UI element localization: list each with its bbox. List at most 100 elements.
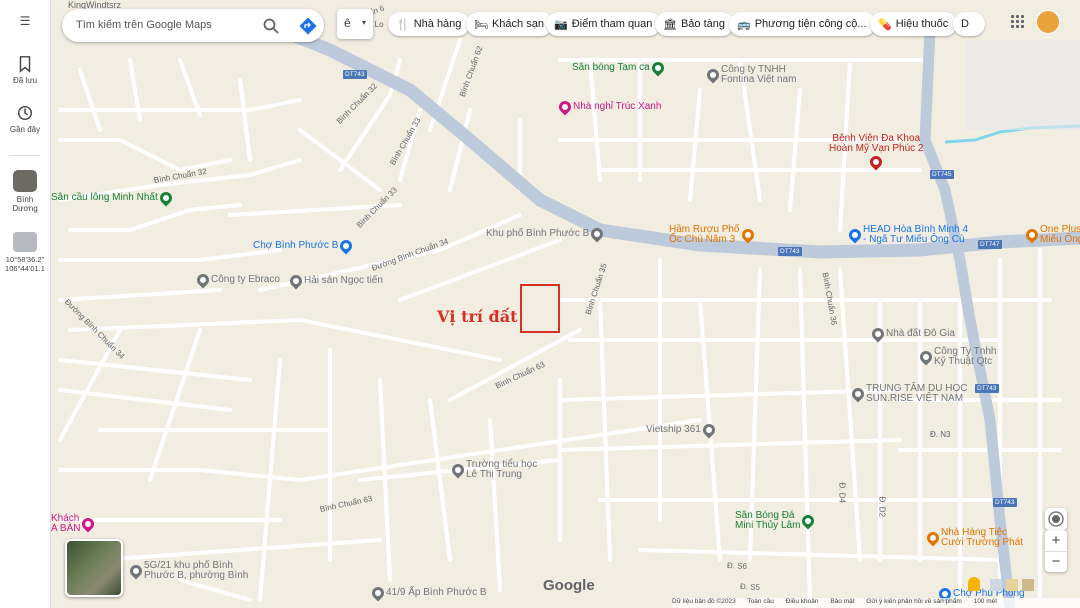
poi-label: HEAD Hòa Bình Minh 4 - Ngã Tư Miếu Ông C… bbox=[863, 224, 969, 245]
poi-label: Khách A BÀN bbox=[51, 513, 81, 534]
map-footer: Dữ liệu bản đồ ©2023 Toàn cầu Điều khoản… bbox=[672, 598, 1080, 608]
company-pin-icon bbox=[849, 385, 867, 403]
place-thumbnail bbox=[13, 170, 37, 192]
input-tools-button[interactable]: ê ▾ bbox=[337, 9, 373, 39]
poi-company[interactable]: Vietship 361 bbox=[646, 421, 718, 439]
poi-company[interactable]: 5G/21 khu phố Bình Phước B, phường Bình bbox=[127, 560, 249, 581]
poi-company[interactable]: Công ty Ebraco bbox=[194, 271, 280, 289]
chip-pharmacies[interactable]: 💊 Hiệu thuốc bbox=[870, 12, 958, 36]
search-box[interactable]: Tìm kiếm trên Google Maps bbox=[62, 9, 324, 42]
poi-park[interactable]: Sân Bóng Đá Mini Thủy Lâm bbox=[735, 510, 817, 531]
poi-company[interactable]: Hải sản Ngọc tiến bbox=[287, 272, 383, 290]
layers-thumbnail[interactable] bbox=[65, 539, 123, 597]
bed-icon: 🛏 bbox=[474, 18, 488, 31]
poi-label: Công ty Ebraco bbox=[211, 274, 280, 285]
location-target-icon bbox=[1048, 511, 1064, 527]
highway-shield: DT743 bbox=[343, 70, 367, 79]
poi-hotel[interactable]: Nhà nghỉ Trúc Xanh bbox=[556, 98, 662, 116]
global-link[interactable]: Toàn cầu bbox=[747, 598, 773, 605]
highway-shield: DT747 bbox=[978, 240, 1002, 249]
poi-food[interactable]: Hầm Rượu Phố Ốc Chú Năm 3 bbox=[669, 225, 756, 245]
poi-label: Sân Bóng Đá Mini Thủy Lâm bbox=[735, 510, 801, 531]
poi-school[interactable]: Trường tiểu học Lê Thị Trung bbox=[449, 459, 538, 480]
zoom-in-button[interactable]: + bbox=[1045, 530, 1067, 551]
poi-company[interactable]: Công Ty Tnhh Kỹ Thuật Qtc bbox=[917, 347, 996, 367]
company-pin-icon bbox=[700, 421, 718, 439]
highway-shield: DT743 bbox=[778, 247, 802, 256]
map-canvas[interactable]: Bình Chuẩn 32 Bình Chuẩn 32 Bình Chuẩn 3… bbox=[0, 0, 1080, 608]
food-pin-icon bbox=[739, 226, 756, 244]
feedback-link[interactable]: Gửi ý kiến phản hồi về sản phẩm bbox=[866, 598, 961, 605]
chip-museums[interactable]: 🏛 Bảo tàng bbox=[655, 12, 735, 36]
poi-shop[interactable]: HEAD Hòa Bình Minh 4 - Ngã Tư Miếu Ông C… bbox=[846, 224, 969, 245]
privacy-link[interactable]: Bảo mật bbox=[830, 598, 854, 605]
zoom-out-button[interactable]: − bbox=[1045, 551, 1067, 573]
apps-grid-icon[interactable] bbox=[1010, 14, 1024, 28]
hospital-pin-icon bbox=[867, 153, 885, 171]
hotel-pin-icon bbox=[79, 515, 97, 533]
search-input[interactable]: Tìm kiếm trên Google Maps bbox=[76, 19, 212, 31]
poi-label: Sân cầu lông Minh Nhất bbox=[51, 192, 158, 203]
park-pin-icon bbox=[799, 512, 817, 530]
camera-icon: 📷 bbox=[554, 18, 568, 31]
poi-shop[interactable]: Chợ Bình Phước B bbox=[253, 237, 355, 255]
company-pin-icon bbox=[194, 271, 212, 289]
pegman-icon[interactable] bbox=[968, 577, 980, 591]
terms-link[interactable]: Điều khoản bbox=[786, 598, 819, 605]
saved-label: Đã lưu bbox=[12, 76, 38, 85]
poi-hospital[interactable]: Bệnh Viện Đa Khoa Hoàn Mỹ Vạn Phúc 2 bbox=[829, 134, 924, 171]
coords-button[interactable]: 10°58'36.2" 106°44'01.1 bbox=[0, 232, 50, 273]
company-pin-icon bbox=[369, 584, 387, 602]
park-pin-icon bbox=[649, 59, 667, 77]
scale-label: 100 mét bbox=[973, 598, 998, 605]
layer-toggle-icons[interactable] bbox=[990, 579, 1036, 591]
poi-food[interactable]: One Plus Te Miếu Ông Cu bbox=[1023, 225, 1080, 245]
zoom-controls: + − bbox=[1045, 530, 1067, 572]
poi-hotel[interactable]: Khách A BÀN bbox=[51, 513, 97, 534]
highway-shield: DT743 bbox=[975, 384, 999, 393]
chip-hotels[interactable]: 🛏 Khách sạn bbox=[466, 12, 553, 36]
school-pin-icon bbox=[449, 461, 467, 479]
poi-company[interactable]: Công ty TNHH Fontina Việt nam bbox=[704, 65, 796, 85]
saved-button[interactable]: Đã lưu bbox=[0, 55, 50, 85]
avatar[interactable] bbox=[1036, 10, 1060, 34]
recent-place-button[interactable]: Bình Dương bbox=[0, 170, 50, 213]
poi-label: Nhà nghỉ Trúc Xanh bbox=[573, 101, 662, 112]
poi-company[interactable]: 41/9 Ấp Bình Phước B bbox=[369, 584, 487, 602]
poi-company[interactable]: TRUNG TÂM DU HỌC SUN.RISE VIỆT NAM bbox=[849, 383, 968, 404]
bus-icon: 🚌 bbox=[737, 18, 751, 31]
company-pin-icon bbox=[704, 66, 722, 84]
left-rail: ☰ Đã lưu Gần đây Bình Dương 10°58'36.2" … bbox=[0, 0, 51, 608]
recent-button[interactable]: Gần đây bbox=[0, 104, 50, 134]
park-pin-icon bbox=[157, 189, 175, 207]
poi-label: TRUNG TÂM DU HỌC SUN.RISE VIỆT NAM bbox=[866, 383, 968, 404]
my-location-button[interactable] bbox=[1045, 508, 1067, 530]
company-pin-icon bbox=[917, 348, 935, 366]
poi-label: Chợ Bình Phước B bbox=[253, 240, 339, 251]
poi-food[interactable]: Nhà Hàng Tiệc Cưới Trường Phát bbox=[924, 528, 1023, 548]
place-name: Bình Dương bbox=[12, 195, 38, 213]
poi-park[interactable]: Sân cầu lông Minh Nhất bbox=[51, 189, 175, 207]
company-pin-icon bbox=[127, 562, 145, 580]
highway-shield: DT745 bbox=[930, 170, 954, 179]
history-icon bbox=[17, 105, 33, 121]
poi-company[interactable]: Nhà đất Đô Gia bbox=[869, 325, 955, 343]
land-plot-marker bbox=[520, 284, 560, 333]
road-label: Đ. S5 bbox=[739, 582, 761, 593]
poi-label: 5G/21 khu phố Bình Phước B, phường Bình bbox=[144, 560, 249, 581]
poi-label: Trường tiểu học Lê Thị Trung bbox=[466, 459, 538, 480]
chip-attractions[interactable]: 📷 Điểm tham quan bbox=[546, 12, 662, 36]
chip-atm[interactable]: D bbox=[953, 12, 985, 36]
menu-button[interactable]: ☰ bbox=[0, 14, 50, 28]
poi-label: Hầm Rượu Phố Ốc Chú Năm 3 bbox=[669, 224, 740, 245]
poi-label: Sân bóng Tam ca bbox=[572, 62, 650, 73]
chip-restaurants[interactable]: 🍴 Nhà hàng bbox=[388, 12, 471, 36]
divider bbox=[10, 155, 40, 156]
directions-icon[interactable] bbox=[299, 17, 317, 35]
search-icon[interactable] bbox=[263, 18, 279, 34]
poi-park[interactable]: Sân bóng Tam ca bbox=[572, 59, 667, 77]
chip-label: Nhà hàng bbox=[413, 18, 462, 30]
poi-area[interactable]: Khu phố Bình Phước B bbox=[486, 225, 606, 243]
chip-transit[interactable]: 🚌 Phương tiện công cộ... bbox=[729, 12, 876, 36]
poi-label: 41/9 Ấp Bình Phước B bbox=[386, 587, 487, 598]
